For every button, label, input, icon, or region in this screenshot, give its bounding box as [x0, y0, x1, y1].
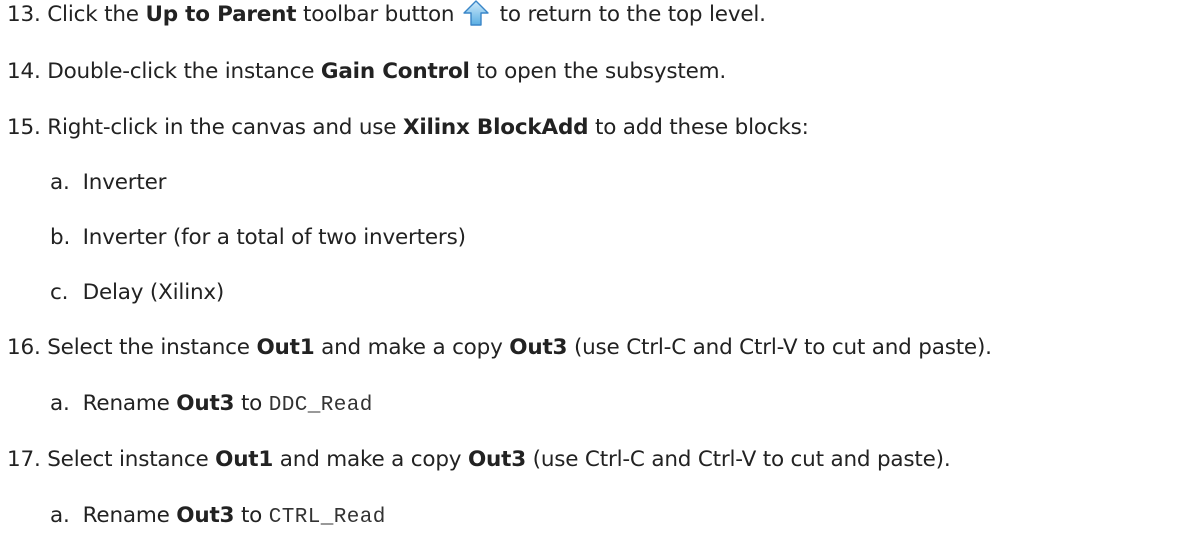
- step-number: 14.: [7, 59, 41, 84]
- step-text: to open the subsystem.: [476, 59, 726, 84]
- step-14: 14. Double-click the instance Gain Contr…: [7, 57, 726, 87]
- substep-17a: a. Rename Out3 to CTRL_Read: [50, 501, 386, 533]
- substep-letter: a.: [50, 503, 70, 528]
- substep-15a: a. Inverter: [50, 168, 166, 198]
- step-number: 17.: [7, 447, 41, 472]
- step-number: 15.: [7, 115, 41, 140]
- step-text: (use Ctrl-C and Ctrl-V to cut and paste)…: [532, 447, 951, 472]
- ui-term-out3: Out3: [467, 447, 526, 472]
- step-17: 17. Select instance Out1 and make a copy…: [7, 445, 951, 475]
- step-13: 13. Click the Up to Parent toolbar butto…: [7, 0, 766, 30]
- step-text: (use Ctrl-C and Ctrl-V to cut and paste)…: [573, 335, 992, 360]
- ui-term-out1: Out1: [256, 335, 315, 360]
- substep-16a: a. Rename Out3 to DDC_Read: [50, 389, 373, 421]
- step-text: Select the instance: [47, 335, 250, 360]
- substep-letter: a.: [50, 391, 70, 416]
- substep-letter: c.: [50, 280, 69, 305]
- code-name: DDC_Read: [268, 394, 373, 417]
- step-text: and make a copy: [321, 335, 503, 360]
- ui-term-out3: Out3: [509, 335, 568, 360]
- substep-text: to: [240, 503, 263, 528]
- step-15: 15. Right-click in the canvas and use Xi…: [7, 113, 809, 143]
- code-name: CTRL_Read: [268, 506, 386, 529]
- step-text: to return to the top level.: [499, 2, 766, 27]
- substep-15b: b. Inverter (for a total of two inverter…: [50, 223, 466, 253]
- step-text: and make a copy: [279, 447, 462, 472]
- step-text: Right-click in the canvas and use: [47, 115, 397, 140]
- step-text: toolbar button: [303, 2, 455, 27]
- step-text: to add these blocks:: [594, 115, 809, 140]
- substep-15c: c. Delay (Xilinx): [50, 278, 224, 308]
- ui-term-xilinx-blockadd: Xilinx BlockAdd: [402, 115, 589, 140]
- ui-term-out3: Out3: [176, 391, 235, 416]
- ui-term-out3: Out3: [176, 503, 235, 528]
- step-text: Double-click the instance: [47, 59, 315, 84]
- step-text: Select instance: [47, 447, 209, 472]
- up-arrow-icon: [463, 0, 489, 26]
- ui-term-gain-control: Gain Control: [320, 59, 470, 84]
- step-number: 16.: [7, 335, 41, 360]
- substep-letter: b.: [50, 225, 71, 250]
- substep-text: Rename: [82, 503, 170, 528]
- ui-term-up-to-parent: Up to Parent: [145, 2, 297, 27]
- step-16: 16. Select the instance Out1 and make a …: [7, 333, 992, 363]
- substep-letter: a.: [50, 170, 70, 195]
- step-number: 13.: [7, 2, 41, 27]
- substep-text: Delay (Xilinx): [82, 280, 225, 305]
- substep-text: to: [240, 391, 263, 416]
- substep-text: Inverter (for a total of two inverters): [82, 225, 466, 250]
- step-text: Click the: [47, 2, 139, 27]
- ui-term-out1: Out1: [215, 447, 274, 472]
- substep-text: Inverter: [82, 170, 167, 195]
- substep-text: Rename: [82, 391, 170, 416]
